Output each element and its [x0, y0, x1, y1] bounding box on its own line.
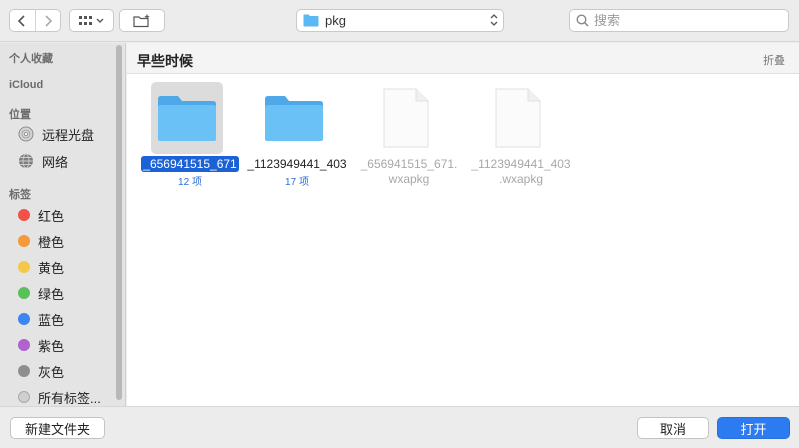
- sidebar-item-tag-red[interactable]: 红色: [0, 204, 115, 226]
- icloud-heading: iCloud: [9, 79, 44, 91]
- sidebar-item-tag-purple[interactable]: 紫色: [0, 334, 115, 356]
- new-folder-toolbar-button[interactable]: [119, 9, 165, 32]
- favorites-heading: 个人收藏: [9, 53, 53, 65]
- chevron-down-icon: [96, 18, 104, 23]
- sidebar-item-label: 红色: [38, 208, 65, 224]
- back-button[interactable]: [10, 10, 35, 31]
- file-item-folder-1123949441[interactable]: _1123949441_403 17 项: [237, 82, 357, 192]
- file-name-line2: wxapkg: [388, 172, 430, 186]
- path-label: pkg: [325, 13, 346, 28]
- optical-disc-icon: [18, 126, 34, 142]
- folder-icon: [265, 96, 323, 141]
- sidebar-item-tag-green[interactable]: 绿色: [0, 282, 115, 304]
- search-icon: [576, 14, 589, 27]
- folder-icon: [303, 14, 319, 27]
- tag-dot-icon: [18, 209, 30, 221]
- tag-dot-icon: [18, 287, 30, 299]
- file-name-line1: _1123949441_403: [471, 157, 571, 171]
- all-tags-icon: [18, 391, 30, 403]
- document-icon: [495, 88, 541, 148]
- folder-icon: [158, 96, 216, 141]
- icon-grid-icon: [79, 15, 92, 25]
- search-field[interactable]: [569, 9, 789, 32]
- new-folder-button[interactable]: 新建文件夹: [10, 417, 105, 439]
- tag-dot-icon: [18, 261, 30, 273]
- tag-dot-icon: [18, 339, 30, 351]
- file-item-wxapkg-1123949441: _1123949441_403 .wxapkg: [461, 82, 581, 192]
- sidebar-scrollbar[interactable]: [115, 45, 123, 402]
- sidebar-item-all-tags[interactable]: 所有标签...: [0, 386, 115, 408]
- sidebar-item-label: 蓝色: [38, 312, 65, 328]
- section-title: 早些时候: [137, 53, 193, 69]
- new-folder-icon: [133, 14, 150, 27]
- sidebar-scrollbar-thumb[interactable]: [116, 45, 122, 400]
- toolbar: pkg: [0, 0, 799, 42]
- sidebar-item-label: 灰色: [38, 364, 65, 380]
- file-name: _656941515_671: [130, 156, 250, 172]
- file-name-line1: _656941515_671.: [360, 157, 458, 171]
- sidebar-item-remote-disc[interactable]: 远程光盘: [0, 123, 115, 145]
- sidebar-item-label: 绿色: [38, 286, 65, 302]
- bottom-bar: 新建文件夹 取消 打开: [0, 406, 799, 448]
- chevron-right-icon: [45, 14, 52, 27]
- search-input[interactable]: [594, 13, 774, 28]
- section-header: 早些时候 折叠: [127, 43, 799, 74]
- document-icon: [383, 88, 429, 148]
- file-item-count: 12 项: [178, 177, 202, 188]
- file-icon-wrap: [151, 82, 223, 154]
- nav-button-group: [9, 9, 61, 32]
- sidebar-item-label: 紫色: [38, 338, 65, 354]
- path-popup[interactable]: pkg: [296, 9, 504, 32]
- sidebar-item-label: 黄色: [38, 260, 65, 276]
- tag-dot-icon: [18, 365, 30, 377]
- file-item-count: 17 项: [285, 177, 309, 188]
- tags-heading: 标签: [9, 189, 31, 201]
- file-item-folder-656941515[interactable]: _656941515_671 12 项: [130, 82, 250, 192]
- file-name-text: _656941515_671: [141, 156, 239, 172]
- chevron-left-icon: [18, 14, 25, 27]
- file-name: _1123949441_403 .wxapkg: [461, 157, 581, 187]
- network-globe-icon: [19, 153, 33, 169]
- file-icon-wrap: [482, 82, 554, 154]
- open-button[interactable]: 打开: [717, 417, 790, 439]
- sidebar-item-network[interactable]: 网络: [0, 150, 115, 172]
- sidebar-item-tag-yellow[interactable]: 黄色: [0, 256, 115, 278]
- sidebar: 个人收藏 iCloud 位置 远程光盘 网络 标签 红色 橙色 黄色 绿色 蓝色…: [0, 43, 126, 406]
- file-browser: 早些时候 折叠 _656941515_671 12 项 _1123949441_…: [127, 43, 799, 406]
- collapse-button[interactable]: 折叠: [763, 52, 785, 68]
- sidebar-item-label: 网络: [42, 154, 69, 170]
- file-icon-wrap: [258, 82, 330, 154]
- sidebar-item-label: 远程光盘: [42, 127, 95, 143]
- file-name-line2: .wxapkg: [498, 172, 544, 186]
- file-name: _1123949441_403: [247, 157, 347, 171]
- sidebar-item-tag-orange[interactable]: 橙色: [0, 230, 115, 252]
- sidebar-item-label: 所有标签...: [38, 390, 101, 406]
- sidebar-item-tag-gray[interactable]: 灰色: [0, 360, 115, 382]
- forward-button[interactable]: [34, 10, 61, 31]
- locations-heading: 位置: [9, 109, 31, 121]
- file-item-wxapkg-656941515: _656941515_671. wxapkg: [349, 82, 469, 192]
- updown-chevron-icon: [490, 14, 498, 26]
- cancel-button[interactable]: 取消: [637, 417, 709, 439]
- sidebar-item-label: 橙色: [38, 234, 65, 250]
- view-mode-button[interactable]: [69, 9, 114, 32]
- sidebar-item-tag-blue[interactable]: 蓝色: [0, 308, 115, 330]
- file-name: _656941515_671. wxapkg: [349, 157, 469, 187]
- tag-dot-icon: [18, 235, 30, 247]
- file-icon-wrap: [370, 82, 442, 154]
- tag-dot-icon: [18, 313, 30, 325]
